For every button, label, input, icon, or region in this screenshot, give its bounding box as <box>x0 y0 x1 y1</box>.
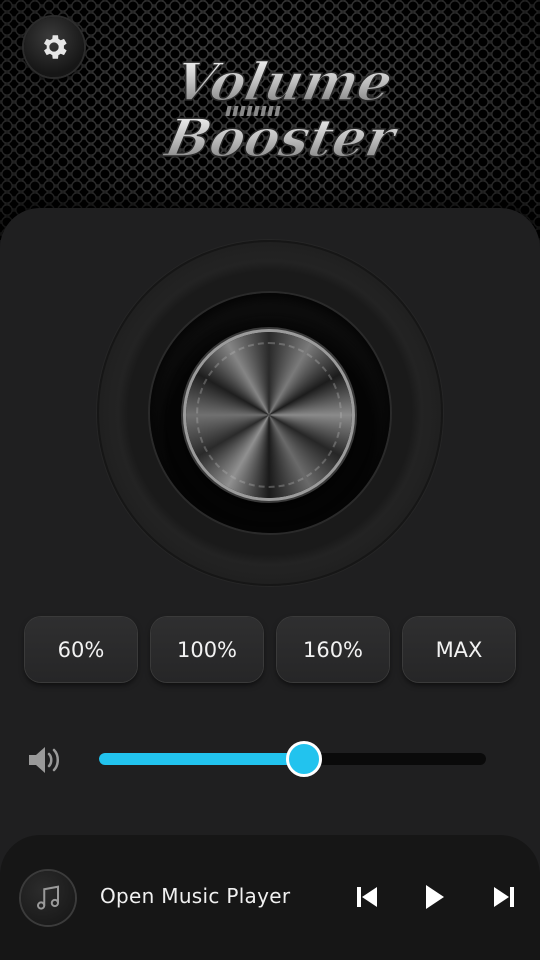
svg-text:Volume: Volume <box>169 53 398 113</box>
volume-slider-fill <box>99 753 305 765</box>
skip-previous-button[interactable] <box>353 882 381 912</box>
skip-next-button[interactable] <box>490 882 518 912</box>
settings-button[interactable] <box>24 17 84 77</box>
preset-160-button[interactable]: 160% <box>277 617 389 682</box>
preset-max-button[interactable]: MAX <box>403 617 515 682</box>
music-note-icon <box>37 885 59 910</box>
svg-text:Booster: Booster <box>158 109 400 169</box>
volume-booster-logo: Volume Booster <box>140 38 404 178</box>
play-button[interactable] <box>420 882 448 912</box>
player-label[interactable]: Open Music Player <box>100 884 290 908</box>
gear-icon <box>44 35 67 59</box>
preset-100-button[interactable]: 100% <box>151 617 263 682</box>
volume-knob[interactable] <box>186 332 352 498</box>
speaker-icon <box>27 744 63 776</box>
play-icon <box>426 885 444 909</box>
volume-slider-thumb[interactable] <box>286 741 323 777</box>
preset-60-button[interactable]: 60% <box>25 617 137 682</box>
volume-slider[interactable] <box>99 741 486 777</box>
skip-previous-icon <box>357 887 377 907</box>
open-music-player-button[interactable] <box>21 871 75 925</box>
preset-buttons: 60% 100% 160% MAX <box>25 617 516 682</box>
skip-next-icon <box>494 887 514 907</box>
